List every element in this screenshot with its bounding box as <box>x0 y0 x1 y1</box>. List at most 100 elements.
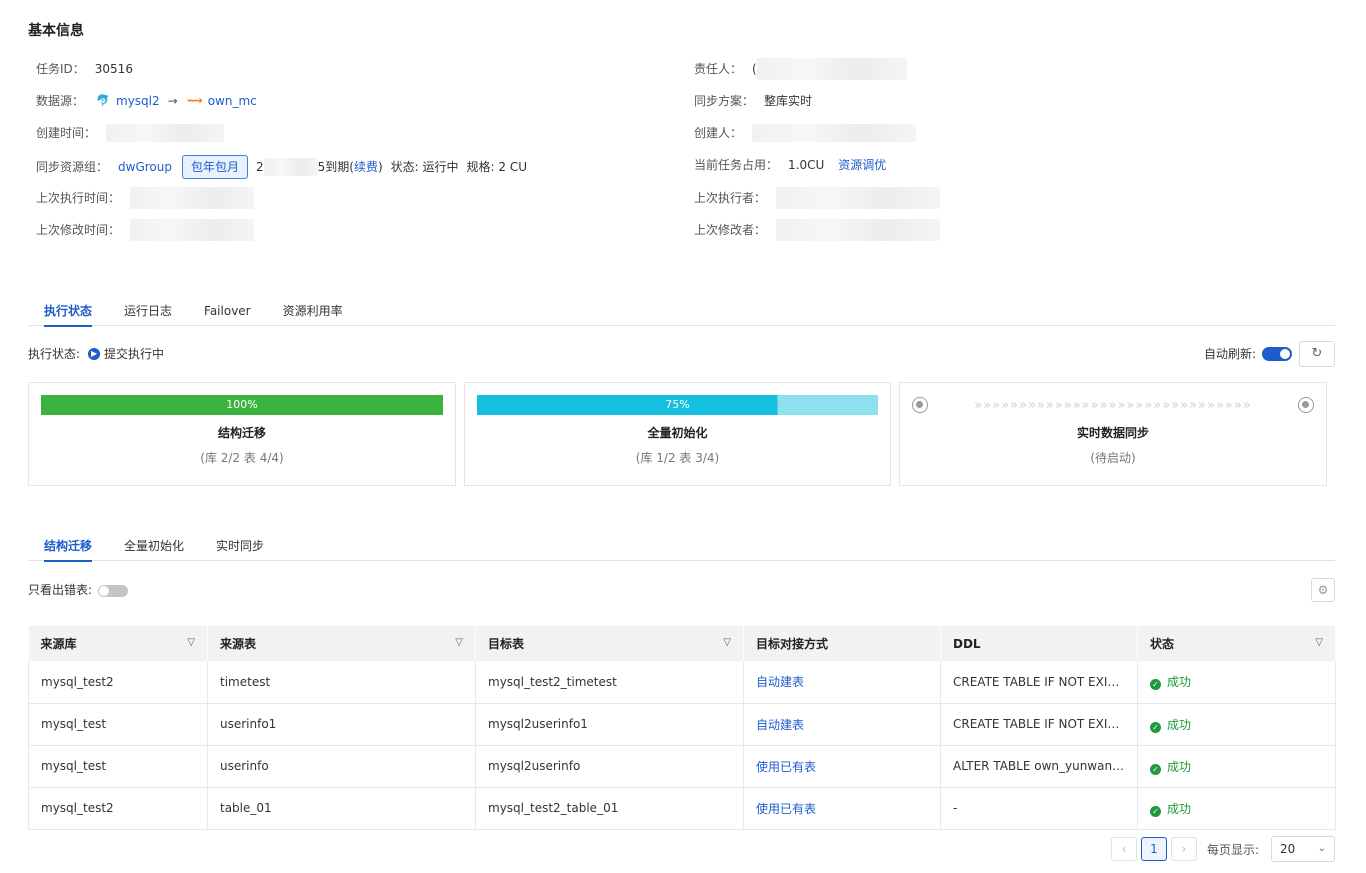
last-executor-label: 上次执行者： <box>694 191 767 205</box>
sync-plan-value: 整库实时 <box>764 94 813 108</box>
filter-icon[interactable]: ▽ <box>187 637 195 648</box>
last-exec-time-row: 上次执行时间： <box>36 187 255 209</box>
filter-icon[interactable]: ▽ <box>723 637 731 648</box>
progress-fill: 100% <box>41 395 443 415</box>
gear-icon: ⚙ <box>1317 583 1329 597</box>
progress-bar: 75% <box>477 395 878 415</box>
page-1-button[interactable]: 1 <box>1141 837 1167 861</box>
current-usage-row: 当前任务占用： 1.0CU 资源调优 <box>694 155 886 175</box>
page-size-label: 每页显示: <box>1207 843 1260 857</box>
resource-group-label: 同步资源组： <box>36 160 109 174</box>
last-exec-time-label: 上次执行时间： <box>36 191 121 205</box>
current-usage-label: 当前任务占用： <box>694 158 779 172</box>
status-tabs: 执行状态 运行日志 Failover 资源利用率 <box>28 300 1335 327</box>
renew-link[interactable]: 续费 <box>354 157 378 177</box>
target-datasource-link[interactable]: own_mc <box>208 91 257 111</box>
cell-status: ✓ 成功 <box>1137 745 1336 788</box>
cell-target-table: mysql2userinfo1 <box>475 703 744 746</box>
stage-sub: (待启动) <box>1090 451 1136 465</box>
current-usage-value: 1.0CU <box>788 158 825 172</box>
cell-status: ✓ 成功 <box>1137 787 1336 830</box>
resource-group-row: 同步资源组： dwGroup 包年包月 2 5到期( 续费 ) 状态: 运行中 … <box>36 155 527 179</box>
redacted-value <box>752 124 917 142</box>
page-size-value: 20 <box>1280 842 1296 856</box>
owner-row: 责任人： ( <box>694 58 907 80</box>
page-size-select[interactable]: 20 ⌄ <box>1271 836 1335 862</box>
stage-card-realtime: »»»»»»»»»»»»»»»»»»»»»»»»»»»»»»» 实时数据同步 (… <box>899 382 1327 486</box>
target-mode-link[interactable]: 使用已有表 <box>756 760 816 774</box>
table-row: mysql_test userinfo1 mysql2userinfo1 自动建… <box>28 703 1336 746</box>
tab-failover[interactable]: Failover <box>188 300 267 326</box>
tab-realtime-sync[interactable]: 实时同步 <box>200 535 280 561</box>
redacted-value <box>106 124 225 142</box>
check-circle-icon: ✓ <box>1150 805 1161 817</box>
cell-status: ✓ 成功 <box>1137 661 1336 704</box>
cell-target-mode: 使用已有表 <box>743 787 941 830</box>
redacted-value <box>130 187 255 209</box>
sync-plan-label: 同步方案： <box>694 94 755 108</box>
only-error-toggle[interactable] <box>98 585 128 597</box>
exec-status-value: 提交执行中 <box>104 347 165 361</box>
cell-source-table: table_01 <box>207 787 476 830</box>
task-id-label: 任务ID： <box>36 62 85 76</box>
check-circle-icon: ✓ <box>1150 721 1161 733</box>
resource-group-link[interactable]: dwGroup <box>118 157 172 177</box>
tab-run-log[interactable]: 运行日志 <box>108 300 188 326</box>
cell-source-db: mysql_test <box>28 745 208 788</box>
header-label: 目标表 <box>488 637 525 651</box>
cell-source-table: timetest <box>207 661 476 704</box>
table-row: mysql_test2 timetest mysql_test2_timetes… <box>28 661 1336 704</box>
cell-target-table: mysql2userinfo <box>475 745 744 788</box>
filter-icon[interactable]: ▽ <box>1315 637 1323 648</box>
check-circle-icon: ✓ <box>1150 679 1161 691</box>
auto-refresh-toggle[interactable] <box>1262 347 1292 361</box>
filter-icon[interactable]: ▽ <box>455 637 463 648</box>
stage-card-full-init: 75% 全量初始化 (库 1/2 表 3/4) <box>464 382 891 486</box>
source-datasource-link[interactable]: mysql2 <box>116 91 160 111</box>
tab-resource-usage[interactable]: 资源利用率 <box>267 300 359 326</box>
tab-schema-migration[interactable]: 结构迁移 <box>28 535 108 562</box>
state-text: 状态: 运行中 <box>390 160 459 174</box>
redacted-value <box>776 219 941 241</box>
task-id-row: 任务ID： 30516 <box>36 59 133 79</box>
table-settings-button[interactable]: ⚙ <box>1311 578 1335 602</box>
spec-text: 规格: 2 CU <box>466 160 528 174</box>
tab-exec-status[interactable]: 执行状态 <box>28 300 108 327</box>
chevron-down-icon: ⌄ <box>1317 843 1326 854</box>
col-source-table: 来源表 ▽ <box>207 626 476 661</box>
cell-ddl: - <box>940 787 1138 830</box>
target-icon <box>1298 397 1314 413</box>
target-mode-link[interactable]: 自动建表 <box>756 718 804 732</box>
stage-sub: (库 1/2 表 3/4) <box>635 451 720 465</box>
table-row: mysql_test userinfo mysql2userinfo 使用已有表… <box>28 745 1336 788</box>
creator-row: 创建人： <box>694 123 917 143</box>
tab-full-init[interactable]: 全量初始化 <box>108 535 200 561</box>
cell-source-table: userinfo <box>207 745 476 788</box>
status-text: 成功 <box>1167 759 1192 774</box>
refresh-button[interactable]: ↻ <box>1299 341 1335 367</box>
arrow-icon: → <box>167 94 178 108</box>
header-label: DDL <box>953 636 981 651</box>
datasource-label: 数据源： <box>36 94 85 108</box>
last-modified-time-row: 上次修改时间： <box>36 219 255 241</box>
chevrons-icon: »»»»»»»»»»»»»»»»»»»»»»»»»»»»»»» <box>974 397 1252 413</box>
cell-target-mode: 使用已有表 <box>743 745 941 788</box>
task-id-value: 30516 <box>94 62 133 76</box>
last-executor-row: 上次执行者： <box>694 187 941 209</box>
status-text: 成功 <box>1167 717 1192 732</box>
mysql-icon: 🐬 <box>96 94 110 107</box>
target-mode-link[interactable]: 使用已有表 <box>756 802 816 816</box>
stage-title: 结构迁移 <box>217 426 266 440</box>
migration-table: 来源库 ▽ 来源表 ▽ 目标表 ▽ 目标对接方式 DDL 状态 ▽ mysql_test… <box>28 626 1336 830</box>
maxcompute-icon: ⟿ <box>186 94 203 107</box>
col-status: 状态 ▽ <box>1137 626 1336 661</box>
target-mode-link[interactable]: 自动建表 <box>756 675 804 689</box>
header-label: 状态 <box>1150 637 1175 651</box>
billing-tag: 包年包月 <box>181 155 248 179</box>
prev-page-button[interactable]: ‹ <box>1111 837 1137 861</box>
cell-ddl: CREATE TABLE IF NOT EXISTS... <box>940 661 1138 704</box>
resource-adjust-link[interactable]: 资源调优 <box>838 155 886 175</box>
next-page-button[interactable]: › <box>1171 837 1197 861</box>
col-source-db: 来源库 ▽ <box>28 626 208 661</box>
header-label: 来源库 <box>40 637 77 651</box>
